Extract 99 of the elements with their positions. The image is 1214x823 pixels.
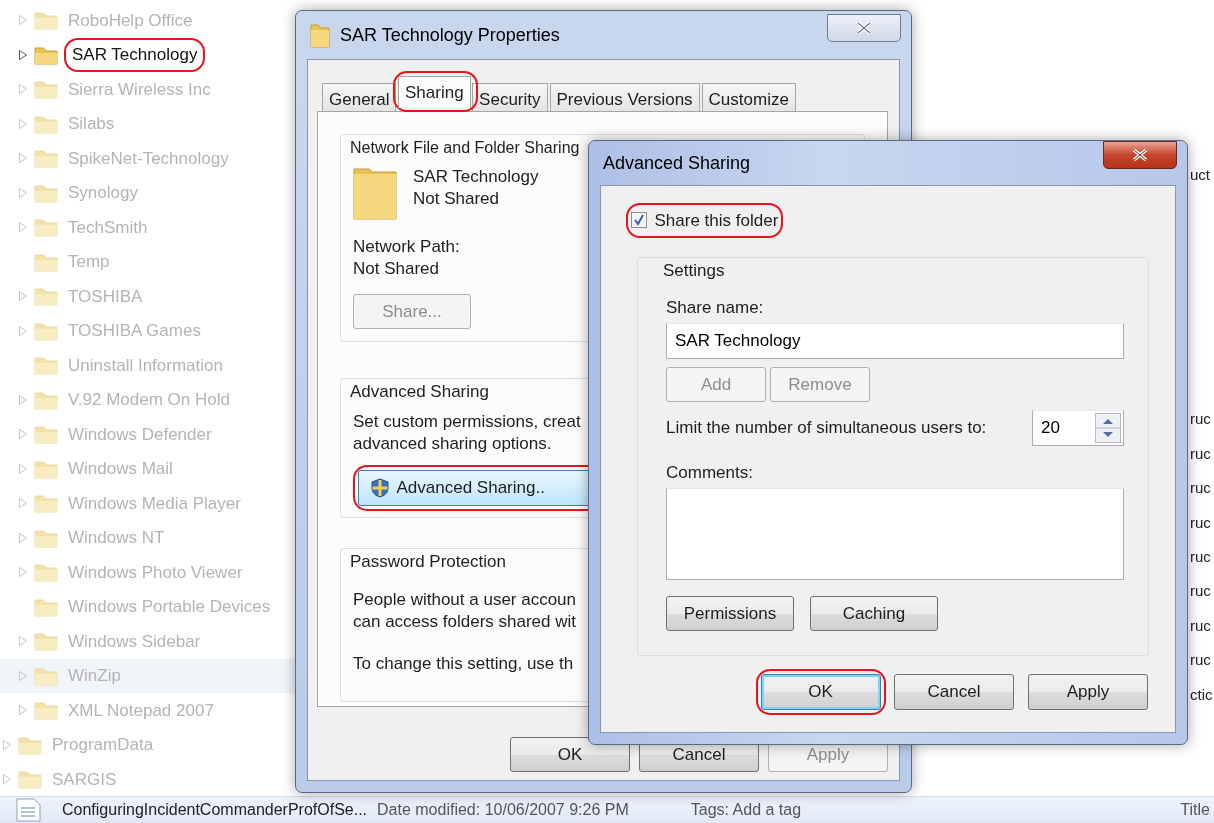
text-fragment: ruc <box>1190 443 1212 464</box>
tree-item[interactable]: XML Notepad 2007 <box>0 693 300 728</box>
close-icon <box>1131 148 1149 162</box>
tree-item[interactable]: Synology <box>0 175 300 210</box>
description-text: can access folders shared wit <box>353 610 576 633</box>
folder-icon <box>34 458 58 479</box>
folder-icon <box>34 320 58 341</box>
text-fragment: uct <box>1190 165 1211 185</box>
tree-item[interactable]: Windows Portable Devices <box>0 589 300 624</box>
folder-icon <box>18 769 42 790</box>
user-limit-spinner[interactable]: 20 <box>1032 410 1124 446</box>
dialog-button[interactable]: Caching <box>810 595 938 631</box>
text-fragment: ruc <box>1190 581 1212 602</box>
tree-item[interactable]: Silabs <box>0 106 300 141</box>
tree-item[interactable]: Sierra Wireless Inc <box>0 72 300 107</box>
folder-icon <box>34 493 58 514</box>
network-path-label: Network Path: <box>353 235 460 258</box>
file-name: ConfiguringIncidentCommanderProfOfSe... <box>62 800 368 820</box>
text-fragment: ruc <box>1190 546 1212 567</box>
folder-icon <box>34 148 58 169</box>
text-fragment: ctic <box>1190 684 1213 705</box>
text-fragment: ruc <box>1190 650 1212 671</box>
tab[interactable]: Previous Versions <box>549 82 700 111</box>
folder-icon <box>34 596 58 617</box>
folder-icon <box>34 527 58 548</box>
text-fragment: ruc <box>1190 478 1212 499</box>
tab[interactable]: Customize <box>701 82 796 111</box>
tree-item[interactable]: Windows Mail <box>0 451 300 486</box>
folder-icon <box>34 286 58 307</box>
description-text: Set custom permissions, creat <box>353 410 581 433</box>
tree-item[interactable]: Uninstall Information <box>0 348 300 383</box>
folder-icon <box>34 665 58 686</box>
tab[interactable]: Sharing <box>398 75 471 108</box>
field-label: Limit the number of simultaneous users to: <box>666 417 987 439</box>
folder-icon <box>18 734 42 755</box>
window-title: Advanced Sharing <box>603 151 751 175</box>
tree-item[interactable]: Temp <box>0 244 300 279</box>
tree-item[interactable]: SAR Technology <box>0 37 300 72</box>
field-label: Comments: <box>666 462 753 484</box>
network-path: Not Shared <box>353 257 439 280</box>
share-name-field[interactable]: SAR Technology <box>666 323 1124 359</box>
date-modified: Date modified: 10/06/2007 9:26 PM <box>377 800 629 820</box>
folder-icon <box>34 389 58 410</box>
window-title: SAR Technology Properties <box>340 23 560 47</box>
share-status: Not Shared <box>413 187 499 210</box>
shield-icon <box>370 477 389 498</box>
close-icon <box>855 21 873 35</box>
folder-icon <box>34 251 58 272</box>
folder-icon <box>34 700 58 721</box>
tree-item[interactable]: Windows NT <box>0 520 300 555</box>
folder-icon <box>34 10 58 31</box>
field-label: Share name: <box>666 297 764 319</box>
tab[interactable]: Security <box>472 82 548 111</box>
description-text: advanced sharing options. <box>353 432 552 455</box>
folder-icon <box>34 79 58 100</box>
tags-label: Tags: Add a tag <box>690 800 802 820</box>
tree-item[interactable]: TOSHIBA Games <box>0 313 300 348</box>
description-text: To change this setting, use th <box>353 652 574 675</box>
folder-icon <box>353 165 397 220</box>
share-checkbox[interactable]: Share this folder <box>630 207 779 233</box>
text-fragment: ruc <box>1190 512 1212 533</box>
tab[interactable]: General <box>322 82 397 111</box>
tree-item[interactable]: ProgramData <box>0 727 300 762</box>
text-fragment: ruc <box>1190 615 1212 636</box>
document-icon <box>14 798 44 822</box>
title-label: Title <box>1180 800 1210 820</box>
close-button[interactable] <box>827 14 901 42</box>
folder-icon <box>34 424 58 445</box>
description-text: People without a user accoun <box>353 588 577 611</box>
folder-icon <box>34 217 58 238</box>
spin-arrows-icon[interactable] <box>1095 413 1121 443</box>
tree-item[interactable]: Windows Sidebar <box>0 624 300 659</box>
tree-item[interactable]: Windows Media Player <box>0 486 300 521</box>
tree-item[interactable]: TechSmith <box>0 210 300 245</box>
dialog-button[interactable]: OK <box>510 736 630 772</box>
tree-item[interactable]: SpikeNet-Technology <box>0 141 300 176</box>
checkbox-icon <box>630 212 647 229</box>
dialog-button[interactable]: Cancel <box>894 674 1014 710</box>
folder-icon <box>34 182 58 203</box>
tree-item[interactable]: Windows Photo Viewer <box>0 555 300 590</box>
tree-item-label: SAR Technology <box>71 44 199 66</box>
tree-item[interactable]: Windows Defender <box>0 417 300 452</box>
tree-item[interactable]: TOSHIBA <box>0 279 300 314</box>
comments-field[interactable] <box>666 488 1124 580</box>
folder-icon <box>310 22 330 48</box>
dialog-button[interactable]: OK <box>760 674 881 710</box>
folder-name: SAR Technology <box>413 165 539 188</box>
dialog-button[interactable]: Apply <box>1028 674 1148 710</box>
dialog-button[interactable]: Permissions <box>666 595 794 631</box>
folder-icon <box>34 631 58 652</box>
folder-icon <box>34 355 58 376</box>
folder-icon <box>34 562 58 583</box>
folder-icon <box>34 113 58 134</box>
close-button[interactable] <box>1103 141 1177 169</box>
tree-item[interactable]: V.92 Modem On Hold <box>0 382 300 417</box>
expand-arrow-icon[interactable] <box>18 48 28 61</box>
folder-icon <box>34 44 58 65</box>
tree-item[interactable]: RoboHelp Office <box>0 3 300 38</box>
text-fragment: ruc <box>1190 409 1212 430</box>
